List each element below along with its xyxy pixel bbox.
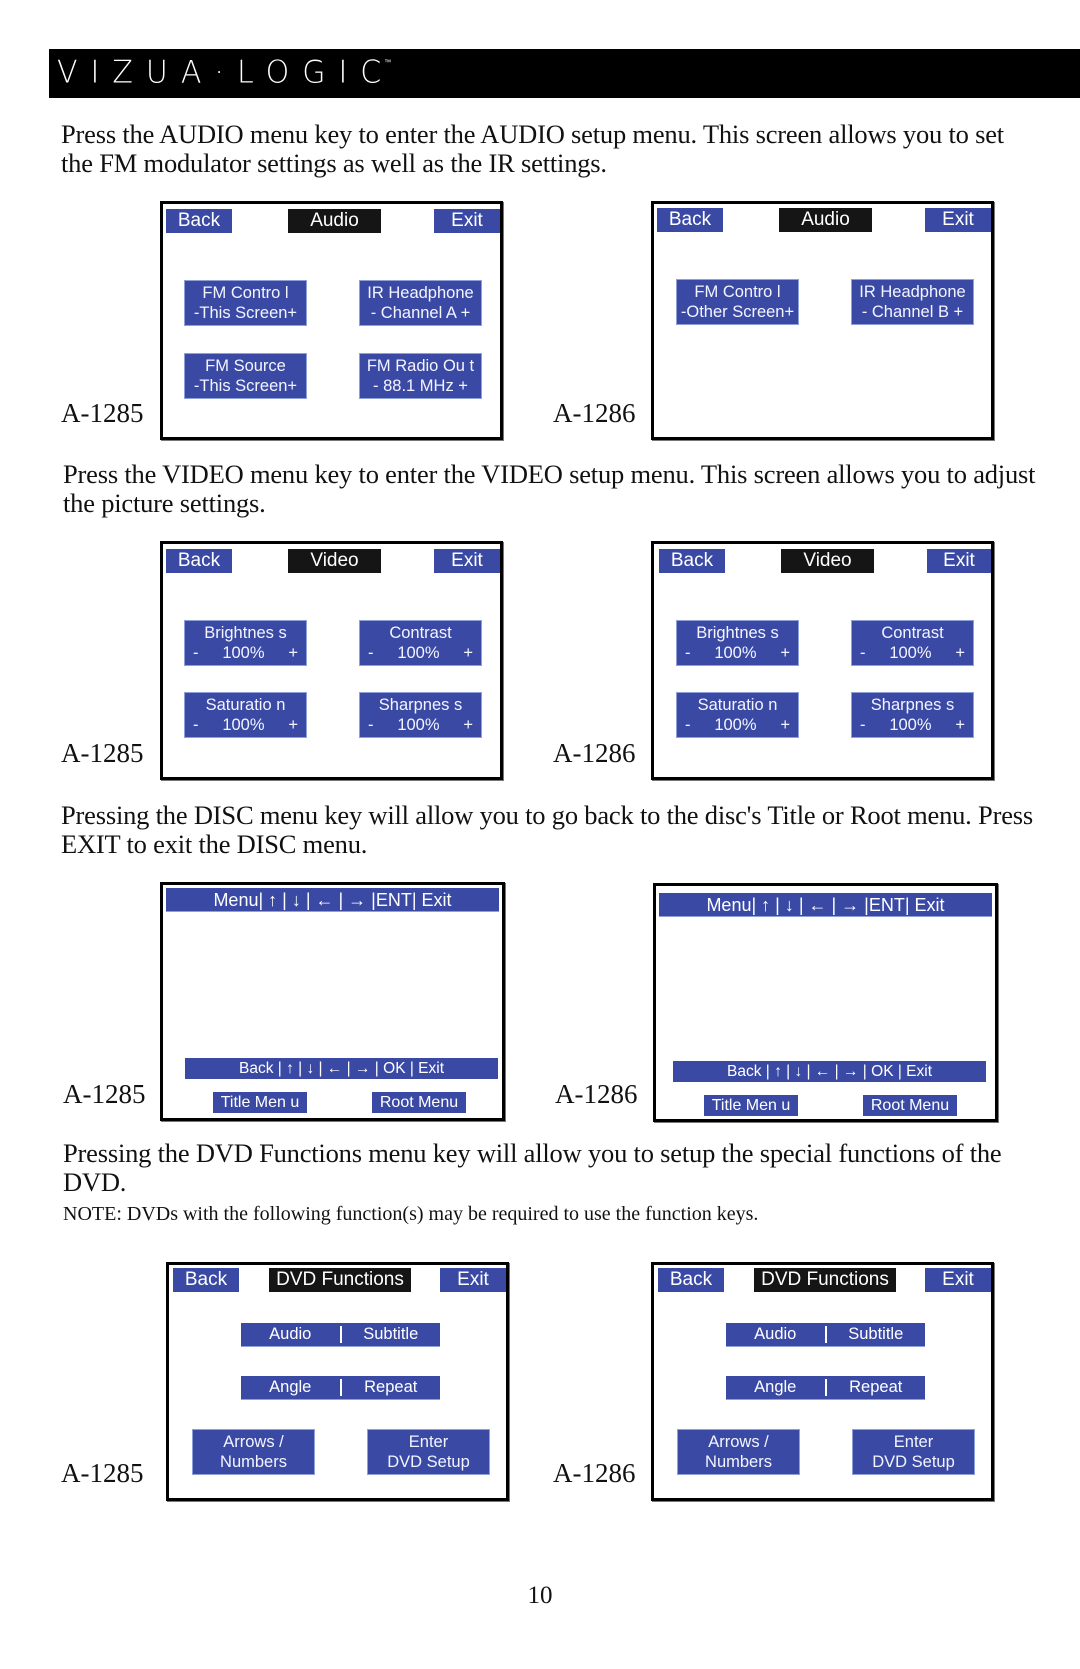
back-button[interactable]: Back [657, 208, 723, 232]
ir-headphone-button[interactable]: IR Headphone - Channel B + [851, 279, 974, 325]
enter-dvd-setup-button[interactable]: Enter DVD Setup [852, 1429, 975, 1475]
exit-button[interactable]: Exit [434, 549, 500, 573]
audio-button[interactable]: Audio [726, 1323, 825, 1346]
increase-button[interactable]: + [288, 643, 298, 663]
enter-dvd-setup-button[interactable]: Enter DVD Setup [367, 1429, 490, 1475]
model-label: A-1285 [61, 398, 144, 428]
screen-title: Audio [288, 209, 381, 233]
ir-headphone-button[interactable]: IR Headphone - Channel A + [359, 280, 482, 326]
brand-logo: VIZUA·LOGIC™ [57, 54, 395, 91]
page-number: 10 [527, 1582, 553, 1609]
disc-bottom-nav-bar[interactable]: Back | ↑ | ↓ | ← | → | OK | Exit [185, 1058, 498, 1079]
increase-button[interactable]: + [955, 643, 965, 663]
fm-source-button[interactable]: FM Source -This Screen+ [184, 353, 307, 399]
audio-subtitle-bar: Audio Subtitle [241, 1323, 440, 1347]
arrows-numbers-button[interactable]: Arrows / Numbers [192, 1429, 315, 1475]
repeat-button[interactable]: Repeat [342, 1376, 441, 1399]
screen-title: Audio [779, 208, 872, 232]
brightness-control[interactable]: Brightnes s -100% + [184, 620, 307, 666]
angle-repeat-bar: Angle Repeat [241, 1376, 440, 1400]
fm-radio-out-button[interactable]: FM Radio Ou t- 88.1 MHz + [359, 353, 482, 399]
increase-button[interactable]: + [955, 715, 965, 735]
decrease-button[interactable]: - [368, 715, 374, 735]
root-menu-button[interactable]: Root Menu [372, 1092, 466, 1113]
screen-title: Video [781, 549, 874, 573]
dvd-note: NOTE: DVDs with the following function(s… [63, 1203, 759, 1225]
fm-control-button[interactable]: FM Contro l -This Screen+ [184, 280, 307, 326]
title-menu-button[interactable]: Title Men u [704, 1095, 798, 1116]
decrease-button[interactable]: - [193, 643, 199, 663]
saturation-control[interactable]: Saturatio n -100% + [184, 692, 307, 738]
exit-button[interactable]: Exit [434, 209, 500, 233]
subtitle-button[interactable]: Subtitle [342, 1323, 441, 1346]
disc-description: Pressing the DISC menu key will allow yo… [61, 800, 1033, 859]
video-description: Press the VIDEO menu key to enter the VI… [63, 459, 1036, 518]
disc-bottom-nav-bar[interactable]: Back | ↑ | ↓ | ← | → | OK | Exit [673, 1061, 986, 1082]
increase-button[interactable]: + [780, 715, 790, 735]
decrease-button[interactable]: - [368, 643, 374, 663]
audio-screen-a1285: Back Audio Exit FM Contro l -This Screen+… [160, 201, 503, 440]
exit-button[interactable]: Exit [925, 208, 991, 232]
angle-button[interactable]: Angle [726, 1376, 825, 1399]
dvd-screen-a1286: Back DVD Functions Exit Audio Subtitle An… [651, 1262, 994, 1501]
screen-title: DVD Functions [269, 1268, 411, 1292]
back-button[interactable]: Back [166, 549, 232, 573]
increase-button[interactable]: + [780, 643, 790, 663]
title-menu-button[interactable]: Title Men u [213, 1092, 307, 1113]
model-label: A-1286 [553, 1458, 636, 1488]
back-button[interactable]: Back [166, 209, 232, 233]
contrast-control[interactable]: Contrast -100% + [359, 620, 482, 666]
increase-button[interactable]: + [463, 643, 473, 663]
exit-button[interactable]: Exit [927, 549, 991, 573]
decrease-button[interactable]: - [860, 715, 866, 735]
disc-top-nav-bar[interactable]: Menu| ↑ | ↓ | ← | → |ENT| Exit [166, 888, 499, 912]
fm-control-button[interactable]: FM Contro l -Other Screen+ [676, 279, 799, 325]
exit-button[interactable]: Exit [440, 1268, 506, 1292]
decrease-button[interactable]: - [685, 715, 691, 735]
model-label: A-1285 [61, 738, 144, 768]
increase-button[interactable]: + [288, 715, 298, 735]
repeat-button[interactable]: Repeat [827, 1376, 926, 1399]
arrows-numbers-button[interactable]: Arrows / Numbers [677, 1429, 800, 1475]
back-button[interactable]: Back [659, 549, 725, 573]
model-label: A-1286 [555, 1079, 638, 1109]
screen-title: Video [288, 549, 381, 573]
decrease-button[interactable]: - [193, 715, 199, 735]
model-label: A-1286 [553, 398, 636, 428]
decrease-button[interactable]: - [860, 643, 866, 663]
video-screen-a1286: Back Video Exit Brightnes s -100% + Contr… [651, 541, 994, 780]
dvd-screen-a1285: Back DVD Functions Exit Audio Subtitle An… [166, 1262, 509, 1501]
contrast-control[interactable]: Contrast -100% + [851, 620, 974, 666]
model-label: A-1285 [61, 1458, 144, 1488]
model-label: A-1285 [63, 1079, 146, 1109]
subtitle-button[interactable]: Subtitle [827, 1323, 926, 1346]
screen-title: DVD Functions [754, 1268, 896, 1292]
angle-button[interactable]: Angle [241, 1376, 340, 1399]
audio-screen-a1286: Back Audio Exit FM Contro l -Other Screen… [651, 201, 994, 440]
audio-description: Press the AUDIO menu key to enter the AU… [61, 119, 1004, 178]
audio-subtitle-bar: Audio Subtitle [726, 1323, 925, 1347]
back-button[interactable]: Back [173, 1268, 239, 1292]
disc-top-nav-bar[interactable]: Menu| ↑ | ↓ | ← | → |ENT| Exit [659, 893, 992, 917]
video-screen-a1285: Back Video Exit Brightnes s -100% + Contr… [160, 541, 503, 780]
back-button[interactable]: Back [658, 1268, 724, 1292]
brightness-control[interactable]: Brightnes s -100% + [676, 620, 799, 666]
saturation-control[interactable]: Saturatio n -100% + [676, 692, 799, 738]
dvd-description: Pressing the DVD Functions menu key will… [63, 1138, 1002, 1197]
sharpness-control[interactable]: Sharpnes s -100% + [851, 692, 974, 738]
root-menu-button[interactable]: Root Menu [863, 1095, 957, 1116]
sharpness-control[interactable]: Sharpnes s -100% + [359, 692, 482, 738]
angle-repeat-bar: Angle Repeat [726, 1376, 925, 1400]
disc-screen-a1286: Menu| ↑ | ↓ | ← | → |ENT| Exit Back | ↑ … [653, 883, 998, 1122]
model-label: A-1286 [553, 738, 636, 768]
decrease-button[interactable]: - [685, 643, 691, 663]
brand-header-bar: VIZUA·LOGIC™ [49, 49, 1080, 98]
exit-button[interactable]: Exit [925, 1268, 991, 1292]
increase-button[interactable]: + [463, 715, 473, 735]
disc-screen-a1285: Menu| ↑ | ↓ | ← | → |ENT| Exit Back | ↑ … [160, 882, 505, 1121]
audio-button[interactable]: Audio [241, 1323, 340, 1346]
